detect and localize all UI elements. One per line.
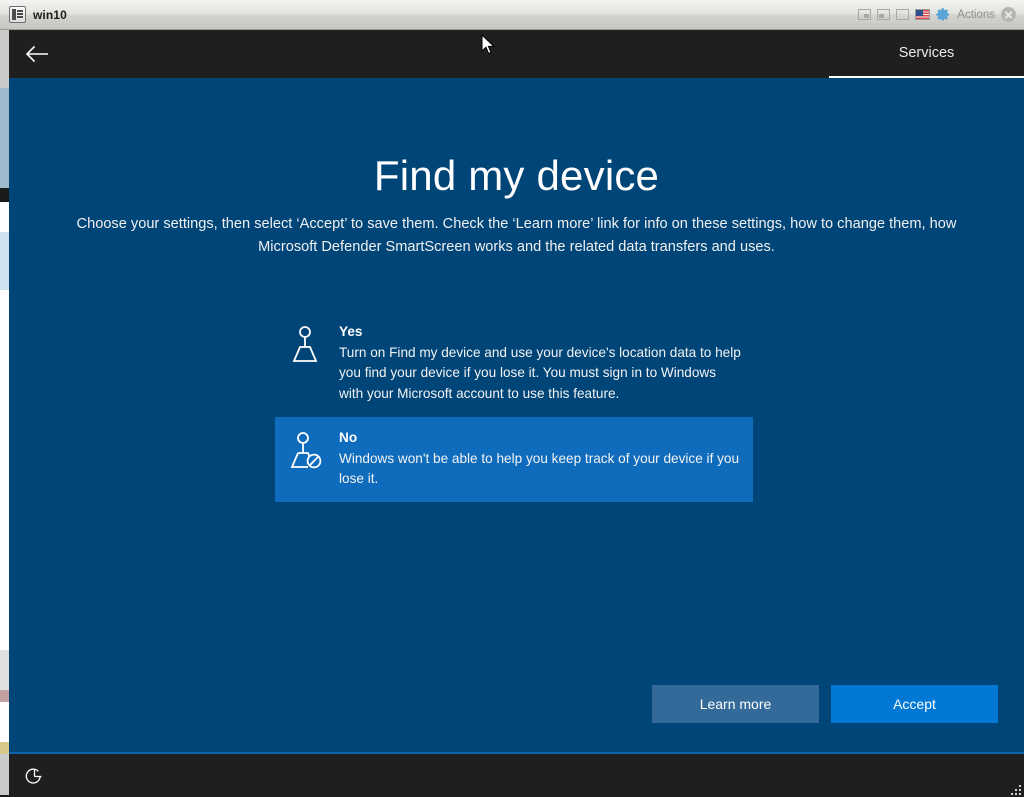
option-yes-text: Yes Turn on Find my device and use your … (327, 322, 741, 404)
back-arrow-icon[interactable] (15, 38, 59, 70)
window-title: win10 (33, 7, 67, 22)
gear-icon[interactable] (936, 7, 951, 22)
option-yes-title: Yes (339, 324, 363, 339)
oobe-taskbar (9, 752, 1024, 797)
option-no-text: No Windows won't be able to help you kee… (327, 428, 741, 490)
scaled-mode-icon[interactable] (877, 9, 891, 20)
option-yes[interactable]: Yes Turn on Find my device and use your … (275, 311, 753, 417)
option-no-title: No (339, 429, 358, 445)
action-button-row: Learn more Accept (652, 685, 998, 723)
power-icon[interactable] (19, 763, 49, 789)
accept-button[interactable]: Accept (831, 685, 998, 723)
learn-more-button[interactable]: Learn more (652, 685, 819, 723)
fullscreen-icon[interactable] (896, 9, 910, 20)
us-flag-icon[interactable] (915, 9, 931, 20)
close-icon[interactable] (1001, 7, 1016, 22)
oobe-screen: Services Find my device Choose your sett… (9, 30, 1024, 795)
seamless-mode-icon[interactable] (858, 9, 872, 20)
option-yes-description: Turn on Find my device and use your devi… (339, 345, 741, 401)
titlebar-left-group: win10 (0, 6, 67, 23)
vm-console-icon (9, 6, 26, 23)
oobe-header-bar: Services (9, 30, 1024, 78)
find-my-device-disabled-icon (287, 428, 327, 471)
virtual-machine-window: win10 Actions Services Find my device Ch… (0, 0, 1024, 797)
page-title: Find my device (373, 152, 660, 199)
option-no-description: Windows won't be able to help you keep t… (339, 450, 740, 487)
window-titlebar[interactable]: win10 Actions (0, 0, 1024, 30)
option-no[interactable]: No Windows won't be able to help you kee… (275, 416, 753, 503)
resize-grip-icon[interactable] (1005, 779, 1021, 795)
options-list: Yes Turn on Find my device and use your … (275, 311, 753, 503)
page-subtitle: Choose your settings, then select ‘Accep… (76, 216, 957, 255)
tab-services-label: Services (898, 45, 955, 61)
find-my-device-icon (287, 322, 327, 365)
titlebar-right-group: Actions (858, 7, 1024, 22)
actions-menu-label[interactable]: Actions (957, 9, 995, 21)
tab-services[interactable]: Services (829, 30, 1024, 78)
